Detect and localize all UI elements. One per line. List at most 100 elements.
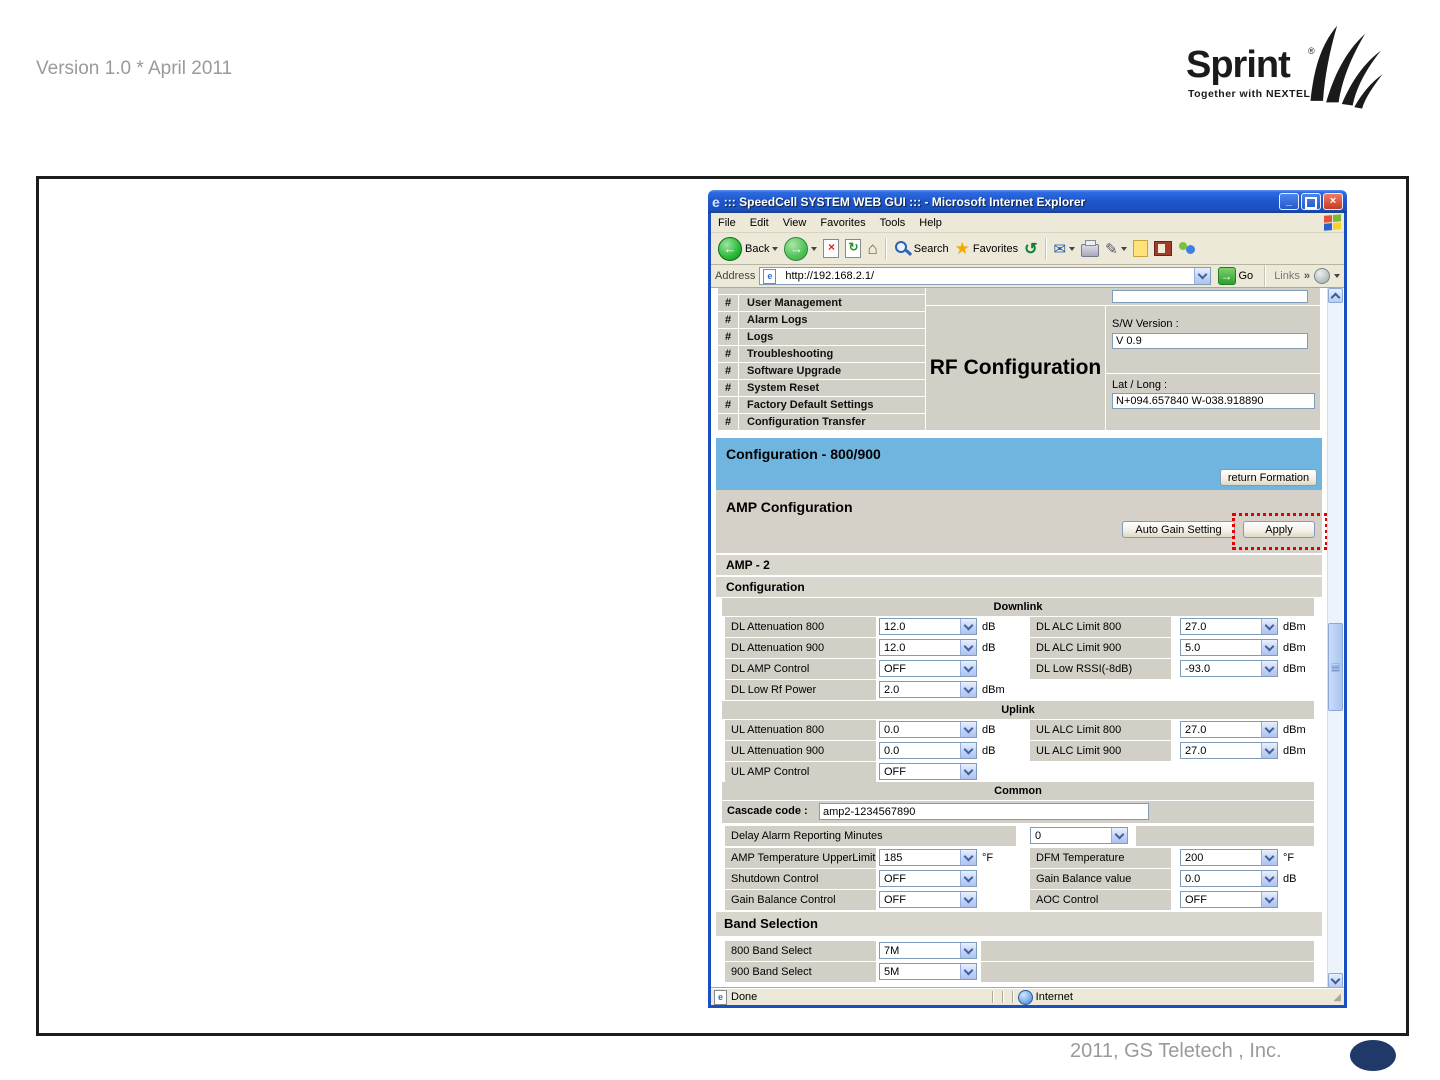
maximize-button[interactable] [1301, 193, 1321, 210]
sidebar-item-configuration-transfer[interactable]: Configuration Transfer [739, 414, 925, 430]
links-more-icon[interactable]: » [1304, 270, 1310, 282]
stop-button[interactable]: × [823, 239, 840, 258]
ul-alc-limit-800-select[interactable]: 27.0 [1180, 721, 1278, 738]
field-label: DL AMP Control [725, 659, 876, 679]
dl-alc-limit-800-select[interactable]: 27.0 [1180, 618, 1278, 635]
ul-attenuation-800-select[interactable]: 0.0 [879, 721, 977, 738]
sidebar-item-factory-default-settings[interactable]: Factory Default Settings [739, 397, 925, 413]
search-button[interactable]: Search [894, 240, 949, 257]
addon-icon[interactable] [1314, 268, 1330, 284]
sidebar-item-troubleshooting[interactable]: Troubleshooting [739, 346, 925, 362]
gain-balance-value-select[interactable]: 0.0 [1180, 870, 1278, 887]
mail-dropdown-icon[interactable] [1069, 246, 1076, 251]
menu-edit[interactable]: Edit [743, 217, 776, 229]
notes-button[interactable] [1132, 240, 1148, 257]
edit-dropdown-icon[interactable] [1120, 246, 1127, 251]
history-button[interactable]: ↺ [1024, 239, 1037, 259]
chevron-down-icon [960, 892, 976, 907]
selected-value: 7M [884, 945, 900, 957]
links-label[interactable]: Links [1274, 270, 1300, 282]
field-label: DL ALC Limit 800 [1030, 617, 1171, 637]
address-input[interactable] [783, 268, 1191, 284]
chevron-down-icon [960, 640, 976, 655]
standard-toolbar: ← Back → × ↻ ⌂ Search ★ Favorites ↺ ✉ ✎ [711, 233, 1344, 265]
dl-attenuation-900-select[interactable]: 12.0 [879, 639, 977, 656]
chevron-down-icon [960, 850, 976, 865]
ul-amp-control-select[interactable]: OFF [879, 763, 977, 780]
home-button[interactable]: ⌂ [867, 239, 877, 259]
addon-dropdown-icon[interactable] [1334, 274, 1340, 278]
favorites-button[interactable]: ★ Favorites [955, 239, 1019, 259]
scroll-up-button[interactable] [1328, 288, 1343, 303]
cascade-code-input[interactable] [819, 803, 1149, 820]
vertical-scrollbar[interactable] [1327, 288, 1343, 988]
dl-low-rssi-select[interactable]: -93.0 [1180, 660, 1278, 677]
config-banner: Configuration - 800/900 return Formation [716, 438, 1322, 490]
dl-alc-limit-900-select[interactable]: 5.0 [1180, 639, 1278, 656]
internet-globe-icon [1017, 989, 1033, 1005]
menu-tools[interactable]: Tools [873, 217, 913, 229]
forward-button[interactable]: → [784, 236, 818, 261]
research-button[interactable] [1153, 241, 1172, 256]
sidebar-item-user-management[interactable]: User Management [739, 295, 925, 311]
hash-bullet: # [718, 295, 738, 311]
menu-view[interactable]: View [776, 217, 814, 229]
dfm-temperature-select[interactable]: 200 [1180, 849, 1278, 866]
aoc-control-select[interactable]: OFF [1180, 891, 1278, 908]
amp-temperature-select[interactable]: 185 [879, 849, 977, 866]
mail-button[interactable]: ✉ [1054, 240, 1076, 258]
menu-file[interactable]: File [711, 217, 743, 229]
refresh-button[interactable]: ↻ [845, 239, 862, 258]
sidebar-item-software-upgrade[interactable]: Software Upgrade [739, 363, 925, 379]
field-label: DFM Temperature UpperLimit [1030, 848, 1171, 884]
latlong-input[interactable] [1112, 393, 1315, 409]
ul-alc-limit-900-select[interactable]: 27.0 [1180, 742, 1278, 759]
gain-balance-control-select[interactable]: OFF [879, 891, 977, 908]
close-button[interactable]: × [1323, 193, 1343, 210]
sw-version-input[interactable] [1112, 333, 1308, 349]
return-formation-button[interactable]: return Formation [1220, 469, 1317, 486]
partial-input[interactable] [1112, 290, 1308, 303]
back-button[interactable]: ← Back [718, 236, 779, 261]
band-900-select[interactable]: 5M [879, 963, 977, 980]
resize-grip[interactable]: ◢ [1333, 992, 1341, 1003]
hash-bullet: # [718, 414, 738, 430]
ul-attenuation-900-select[interactable]: 0.0 [879, 742, 977, 759]
apply-button[interactable]: Apply [1243, 521, 1315, 538]
version-label: Version 1.0 * April 2011 [36, 58, 233, 79]
field-label: Gain Balance value [1030, 869, 1171, 889]
shutdown-control-select[interactable]: OFF [879, 870, 977, 887]
address-dropdown-icon[interactable] [1193, 268, 1210, 284]
field-label: AOC Control [1030, 890, 1171, 910]
field-label: UL AMP Control [725, 762, 876, 782]
field-label: Shutdown Control [725, 869, 876, 889]
dl-low-rf-power-select[interactable]: 2.0 [879, 681, 977, 698]
menu-help[interactable]: Help [912, 217, 949, 229]
dl-attenuation-800-select[interactable]: 12.0 [879, 618, 977, 635]
scrollbar-thumb[interactable] [1328, 623, 1343, 711]
auto-gain-setting-button[interactable]: Auto Gain Setting [1122, 521, 1235, 538]
scroll-down-button[interactable] [1328, 973, 1343, 988]
go-button[interactable]: → Go [1217, 267, 1253, 285]
address-input-wrap: e [759, 267, 1211, 285]
messenger-button[interactable] [1178, 240, 1196, 257]
flag-yellow [1333, 221, 1341, 230]
forward-dropdown-icon[interactable] [811, 246, 818, 251]
sidebar-item-logs[interactable]: Logs [739, 329, 925, 345]
configuration-header: Configuration [716, 577, 1322, 597]
selected-value: 5M [884, 966, 900, 978]
back-dropdown-icon[interactable] [772, 246, 779, 251]
sidebar-item-alarm-logs[interactable]: Alarm Logs [739, 312, 925, 328]
menu-favorites[interactable]: Favorites [813, 217, 872, 229]
print-button[interactable] [1081, 240, 1100, 257]
hash-bullet: # [718, 397, 738, 413]
favorites-label: Favorites [972, 242, 1019, 255]
delay-alarm-select[interactable]: 0 [1030, 827, 1128, 844]
minimize-button[interactable]: _ [1279, 193, 1299, 210]
cascade-code-label: Cascade code : [727, 805, 808, 817]
sidebar-item-system-reset[interactable]: System Reset [739, 380, 925, 396]
edit-button[interactable]: ✎ [1105, 240, 1127, 258]
band-800-select[interactable]: 7M [879, 942, 977, 959]
dl-amp-control-select[interactable]: OFF [879, 660, 977, 677]
title-bar[interactable]: e ::: SpeedCell SYSTEM WEB GUI ::: - Mic… [708, 190, 1347, 213]
